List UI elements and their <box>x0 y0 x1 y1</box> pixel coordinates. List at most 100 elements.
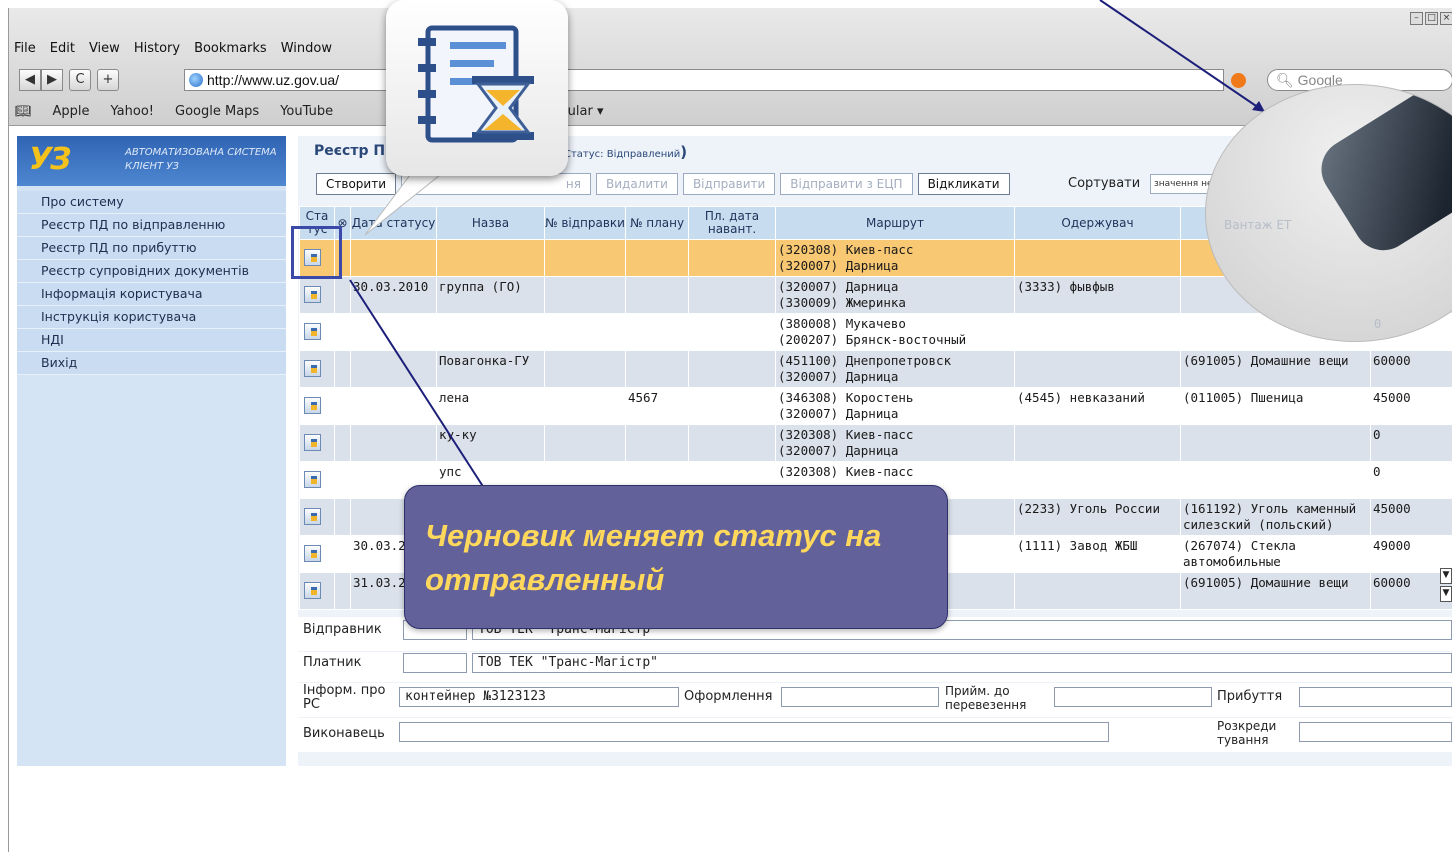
sidebar-item-accompanying-docs[interactable]: Реєстр супровідних документів <box>17 260 286 283</box>
col-recipient[interactable]: Одержувач <box>1014 206 1181 240</box>
draft-status-icon[interactable] <box>304 471 321 488</box>
row-status-cell[interactable] <box>299 387 335 425</box>
sidebar-item-user-info[interactable]: Інформація користувача <box>17 283 286 306</box>
sidebar-item-exit[interactable]: Вихід <box>17 352 286 375</box>
back-button[interactable]: ◀ <box>19 69 41 91</box>
col-status-date[interactable]: Дата статусу <box>350 206 437 240</box>
add-bookmark-button[interactable]: + <box>97 69 119 91</box>
uz-logo[interactable]: УЗ АВТОМАТИЗОВАНА СИСТЕМА КЛІЄНТ УЗ <box>17 136 286 186</box>
cell-cargo: (691005) Домашние вещи <box>1180 350 1371 388</box>
row-flag-cell <box>334 535 351 573</box>
design-input[interactable] <box>781 687 939 707</box>
col-plan-number[interactable]: № плану <box>625 206 689 240</box>
row-status-cell[interactable] <box>299 313 335 351</box>
col-plan-date[interactable]: Пл. дата навант. <box>688 206 776 240</box>
row-status-cell[interactable] <box>299 498 335 536</box>
send-with-signature-button[interactable]: Відправити з ЕЦП <box>780 173 913 195</box>
globe-icon <box>189 73 203 87</box>
bookmark-yahoo[interactable]: Yahoo! <box>111 104 154 119</box>
minimize-button[interactable]: – <box>1410 12 1423 25</box>
cell-recv <box>1014 572 1181 610</box>
design-label: Оформлення <box>684 689 773 704</box>
row-status-cell[interactable] <box>299 424 335 462</box>
create-button[interactable]: Створити <box>316 173 396 195</box>
action-bar: Створити ня Видалити Відправити Відправи… <box>316 173 1010 195</box>
table-row[interactable]: Повагонка-ГУ (451100) Днепропетровск (320… <box>299 350 1452 388</box>
sidebar-item-ndi[interactable]: НДІ <box>17 329 286 352</box>
sidebar-item-about[interactable]: Про систему <box>17 191 286 214</box>
menu-view[interactable]: View <box>89 41 120 56</box>
menu-bookmarks[interactable]: Bookmarks <box>194 41 267 56</box>
draft-status-icon[interactable] <box>304 434 321 451</box>
menu-history[interactable]: History <box>134 41 180 56</box>
table-row[interactable]: лена 4567 (346308) Коростень (320007) Дарн… <box>299 387 1452 425</box>
col-name[interactable]: Назва <box>436 206 545 240</box>
lens-cargo-header: Вантаж ЕТ <box>1224 218 1292 232</box>
cell-weight: 49000 <box>1370 535 1452 573</box>
edit-button[interactable]: ня <box>401 173 591 195</box>
sidebar-item-user-guide[interactable]: Інструкція користувача <box>17 306 286 329</box>
url-bar[interactable]: http://www.uz.gov.ua/ <box>184 69 1224 91</box>
sidebar-item-arrival-registry[interactable]: Реєстр ПД по прибуттю <box>17 237 286 260</box>
scroll-end-button[interactable]: ▼ <box>1440 586 1452 602</box>
info-input[interactable]: контейнер №3123123 <box>399 687 679 707</box>
table-row[interactable]: ку-ку (320308) Киев-пасс (320007) Дарница… <box>299 424 1452 462</box>
reload-button[interactable]: C <box>69 69 91 91</box>
accept-input[interactable] <box>1054 687 1212 707</box>
payer-name-input[interactable]: ТОВ ТЕК "Транс-Магістр" <box>472 653 1452 673</box>
cell-name: Повагонка-ГУ <box>436 350 545 388</box>
sidebar-item-dispatch-registry[interactable]: Реєстр ПД по відправленню <box>17 214 286 237</box>
delete-button[interactable]: Видалити <box>596 173 678 195</box>
draft-status-icon[interactable] <box>304 545 321 562</box>
cell-route: (320007) Дарница (330009) Жмеринка <box>775 276 1015 314</box>
rss-icon[interactable] <box>1231 73 1246 88</box>
cell-pdate <box>688 387 776 425</box>
menu-file[interactable]: File <box>14 41 36 56</box>
logo-caption: АВТОМАТИЗОВАНА СИСТЕМА КЛІЄНТ УЗ <box>125 146 277 174</box>
arrival-input[interactable] <box>1299 687 1452 707</box>
draft-status-icon[interactable] <box>304 286 321 303</box>
row-status-cell[interactable] <box>299 572 335 610</box>
bookmark-apple[interactable]: Apple <box>53 104 90 119</box>
book-icon[interactable]: 📖︎ <box>15 104 32 119</box>
sender-label: Відправник <box>303 622 382 637</box>
row-status-cell[interactable] <box>299 535 335 573</box>
row-flag-cell <box>334 461 351 499</box>
unload-input[interactable] <box>1299 722 1452 742</box>
draft-status-icon[interactable] <box>304 508 321 525</box>
row-status-cell[interactable] <box>299 276 335 314</box>
payer-code-input[interactable] <box>403 653 467 673</box>
col-route[interactable]: Маршрут <box>775 206 1015 240</box>
menu-window[interactable]: Window <box>281 41 332 56</box>
executor-input[interactable] <box>399 722 1109 742</box>
callout-text: Черновик меняет статус на отправленный <box>425 518 882 597</box>
draft-status-icon[interactable] <box>304 323 321 340</box>
forward-button[interactable]: ▶ <box>41 69 63 91</box>
cell-num <box>544 276 626 314</box>
cell-recv <box>1014 350 1181 388</box>
bookmark-youtube[interactable]: YouTube <box>280 104 333 119</box>
cell-route: (320308) Киев-пасс (320007) Дарница <box>775 424 1015 462</box>
row-status-cell[interactable] <box>299 461 335 499</box>
logo-line-1: АВТОМАТИЗОВАНА СИСТЕМА <box>125 147 277 158</box>
recall-button[interactable]: Відкликати <box>917 173 1010 195</box>
row-flag-cell <box>334 387 351 425</box>
search-icon: 🔍︎ <box>1276 72 1298 88</box>
cell-date <box>350 424 437 462</box>
cell-weight: 0 <box>1370 461 1452 499</box>
menu-edit[interactable]: Edit <box>50 41 75 56</box>
close-button[interactable]: × <box>1440 12 1452 25</box>
cell-route: (380008) Мукачево (200207) Брянск-восточ… <box>775 313 1015 351</box>
cell-num <box>544 387 626 425</box>
send-button[interactable]: Відправити <box>682 173 776 195</box>
draft-status-icon[interactable] <box>304 397 321 414</box>
col-dispatch-number[interactable]: № відправки <box>544 206 626 240</box>
accept-label: Прийм. до перевезення <box>945 684 1027 712</box>
row-status-cell[interactable] <box>299 350 335 388</box>
draft-status-icon[interactable] <box>304 360 321 377</box>
cell-name: группа (ГО) <box>436 276 545 314</box>
bookmark-google-maps[interactable]: Google Maps <box>175 104 259 119</box>
draft-status-icon[interactable] <box>304 582 321 599</box>
maximize-button[interactable]: □ <box>1425 12 1438 25</box>
scroll-down-button[interactable]: ▼ <box>1440 568 1452 584</box>
